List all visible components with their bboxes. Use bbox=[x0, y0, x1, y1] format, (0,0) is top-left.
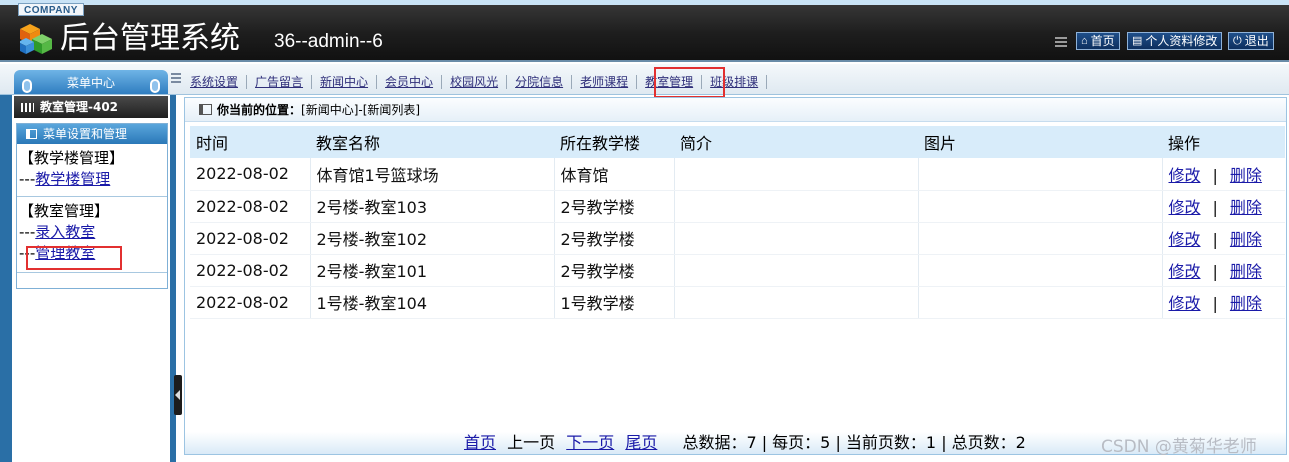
cell-image bbox=[918, 286, 1163, 319]
user-info: 36--admin--6 bbox=[274, 31, 383, 52]
pager-stats: 总数据：7 | 每页：5 | 当前页数：1 | 总页数：2 bbox=[682, 433, 1026, 452]
panel-icon bbox=[26, 129, 37, 139]
cell-actions: 修改 | 删除 bbox=[1162, 254, 1285, 287]
menu-center-header: 菜单中心 bbox=[14, 70, 168, 94]
cell-actions: 修改 | 删除 bbox=[1162, 190, 1285, 223]
tab-ads[interactable]: 广告留言 bbox=[247, 75, 313, 89]
collapse-sidebar-handle[interactable] bbox=[174, 375, 182, 415]
pin-icon bbox=[150, 79, 160, 93]
cell-time: 2022-08-02 bbox=[190, 158, 311, 191]
cube-logo-icon bbox=[20, 24, 52, 54]
cell-name: 2号楼-教室102 bbox=[310, 222, 555, 255]
cell-name: 体育馆1号篮球场 bbox=[310, 158, 555, 191]
company-badge: COMPANY bbox=[18, 3, 84, 16]
highlight-box bbox=[654, 67, 725, 98]
delete-link[interactable]: 删除 bbox=[1230, 294, 1262, 313]
tab-courses[interactable]: 老师课程 bbox=[572, 75, 638, 89]
header-bar: COMPANY 后台管理系统 36--admin--6 ⌂ 首页 ▤ 个人资料修改 … bbox=[0, 0, 1289, 62]
grid-icon bbox=[171, 73, 181, 85]
system-title: 后台管理系统 bbox=[60, 21, 240, 56]
cell-intro bbox=[674, 286, 919, 319]
cell-actions: 修改 | 删除 bbox=[1162, 286, 1285, 319]
cell-name: 2号楼-教室103 bbox=[310, 190, 555, 223]
breadcrumb: 你当前的位置：[新闻中心]-[新闻列表] bbox=[185, 98, 1286, 122]
cell-name: 1号楼-教室104 bbox=[310, 286, 555, 319]
edit-link[interactable]: 修改 bbox=[1169, 166, 1201, 185]
column-header: 教室名称 bbox=[310, 126, 554, 158]
cell-actions: 修改 | 删除 bbox=[1162, 222, 1285, 255]
table-row: 2022-08-02 2号楼-教室102 2号教学楼 修改 | 删除 bbox=[190, 222, 1285, 255]
delete-link[interactable]: 删除 bbox=[1230, 198, 1262, 217]
profile-button[interactable]: ▤ 个人资料修改 bbox=[1127, 32, 1223, 50]
grid-icon bbox=[21, 103, 34, 112]
table-row: 2022-08-02 体育馆1号篮球场 体育馆 修改 | 删除 bbox=[190, 158, 1285, 191]
delete-link[interactable]: 删除 bbox=[1230, 262, 1262, 281]
list-icon bbox=[199, 104, 212, 115]
sidebar-item-building-manage: ---教学楼管理 bbox=[19, 170, 111, 188]
cell-image bbox=[918, 190, 1163, 223]
cell-actions: 修改 | 删除 bbox=[1162, 158, 1285, 191]
cell-building: 2号教学楼 bbox=[554, 222, 675, 255]
home-button[interactable]: ⌂ 首页 bbox=[1076, 32, 1120, 50]
logout-button[interactable]: ⏻ 退出 bbox=[1228, 32, 1274, 50]
cell-image bbox=[918, 254, 1163, 287]
cell-time: 2022-08-02 bbox=[190, 222, 311, 255]
cell-building: 1号教学楼 bbox=[554, 286, 675, 319]
cell-time: 2022-08-02 bbox=[190, 254, 311, 287]
table-header-row: 时间 教室名称 所在教学楼 简介 图片 操作 bbox=[190, 126, 1285, 158]
delete-link[interactable]: 删除 bbox=[1230, 166, 1262, 185]
delete-link[interactable]: 删除 bbox=[1230, 230, 1262, 249]
last-page-link[interactable]: 尾页 bbox=[625, 433, 657, 452]
edit-link[interactable]: 修改 bbox=[1169, 198, 1201, 217]
sidebar-section-header[interactable]: 教室管理-402 bbox=[14, 96, 168, 118]
column-header: 简介 bbox=[674, 126, 918, 158]
first-page-link[interactable]: 首页 bbox=[464, 433, 496, 452]
column-header: 时间 bbox=[190, 126, 310, 158]
tab-members[interactable]: 会员中心 bbox=[377, 75, 443, 89]
cell-building: 2号教学楼 bbox=[554, 254, 675, 287]
watermark: CSDN @黄菊华老师 bbox=[1101, 437, 1257, 457]
grid-icon bbox=[1055, 37, 1067, 47]
menu-title: 菜单设置和管理 bbox=[17, 124, 167, 144]
cell-building: 体育馆 bbox=[554, 158, 675, 191]
table-row: 2022-08-02 2号楼-教室103 2号教学楼 修改 | 删除 bbox=[190, 190, 1285, 223]
tab-campus[interactable]: 校园风光 bbox=[442, 75, 508, 89]
edit-link[interactable]: 修改 bbox=[1169, 230, 1201, 249]
group-title: 【教学楼管理】 bbox=[19, 149, 125, 167]
cell-time: 2022-08-02 bbox=[190, 286, 311, 319]
tab-news[interactable]: 新闻中心 bbox=[312, 75, 378, 89]
sidebar-item-add-classroom: ---录入教室 bbox=[19, 223, 96, 241]
classroom-table: 时间 教室名称 所在教学楼 简介 图片 操作 2022-08-02 体育馆1号篮球… bbox=[190, 126, 1285, 319]
cell-intro bbox=[674, 158, 919, 191]
cell-name: 2号楼-教室101 bbox=[310, 254, 555, 287]
cell-image bbox=[918, 158, 1163, 191]
cell-time: 2022-08-02 bbox=[190, 190, 311, 223]
edit-link[interactable]: 修改 bbox=[1169, 294, 1201, 313]
cell-intro bbox=[674, 190, 919, 223]
column-header: 操作 bbox=[1162, 126, 1285, 158]
power-icon: ⏻ bbox=[1233, 35, 1242, 47]
building-manage-link[interactable]: 教学楼管理 bbox=[35, 170, 110, 188]
document-icon: ▤ bbox=[1132, 35, 1143, 47]
group-title: 【教室管理】 bbox=[19, 202, 110, 220]
main-panel: 你当前的位置：[新闻中心]-[新闻列表] 时间 教室名称 所在教学楼 简介 图片… bbox=[184, 97, 1287, 455]
cell-image bbox=[918, 222, 1163, 255]
pin-icon bbox=[22, 79, 32, 93]
cell-building: 2号教学楼 bbox=[554, 190, 675, 223]
highlight-box bbox=[26, 246, 122, 270]
home-icon: ⌂ bbox=[1081, 35, 1088, 47]
next-page-link[interactable]: 下一页 bbox=[566, 433, 614, 452]
cell-intro bbox=[674, 254, 919, 287]
tab-branches[interactable]: 分院信息 bbox=[507, 75, 573, 89]
cell-intro bbox=[674, 222, 919, 255]
edit-link[interactable]: 修改 bbox=[1169, 262, 1201, 281]
prev-page-text: 上一页 bbox=[507, 433, 556, 452]
column-header: 所在教学楼 bbox=[554, 126, 674, 158]
column-header: 图片 bbox=[918, 126, 1162, 158]
tab-system-settings[interactable]: 系统设置 bbox=[183, 75, 248, 89]
table-row: 2022-08-02 2号楼-教室101 2号教学楼 修改 | 删除 bbox=[190, 254, 1285, 287]
add-classroom-link[interactable]: 录入教室 bbox=[35, 223, 95, 241]
table-row: 2022-08-02 1号楼-教室104 1号教学楼 修改 | 删除 bbox=[190, 286, 1285, 319]
